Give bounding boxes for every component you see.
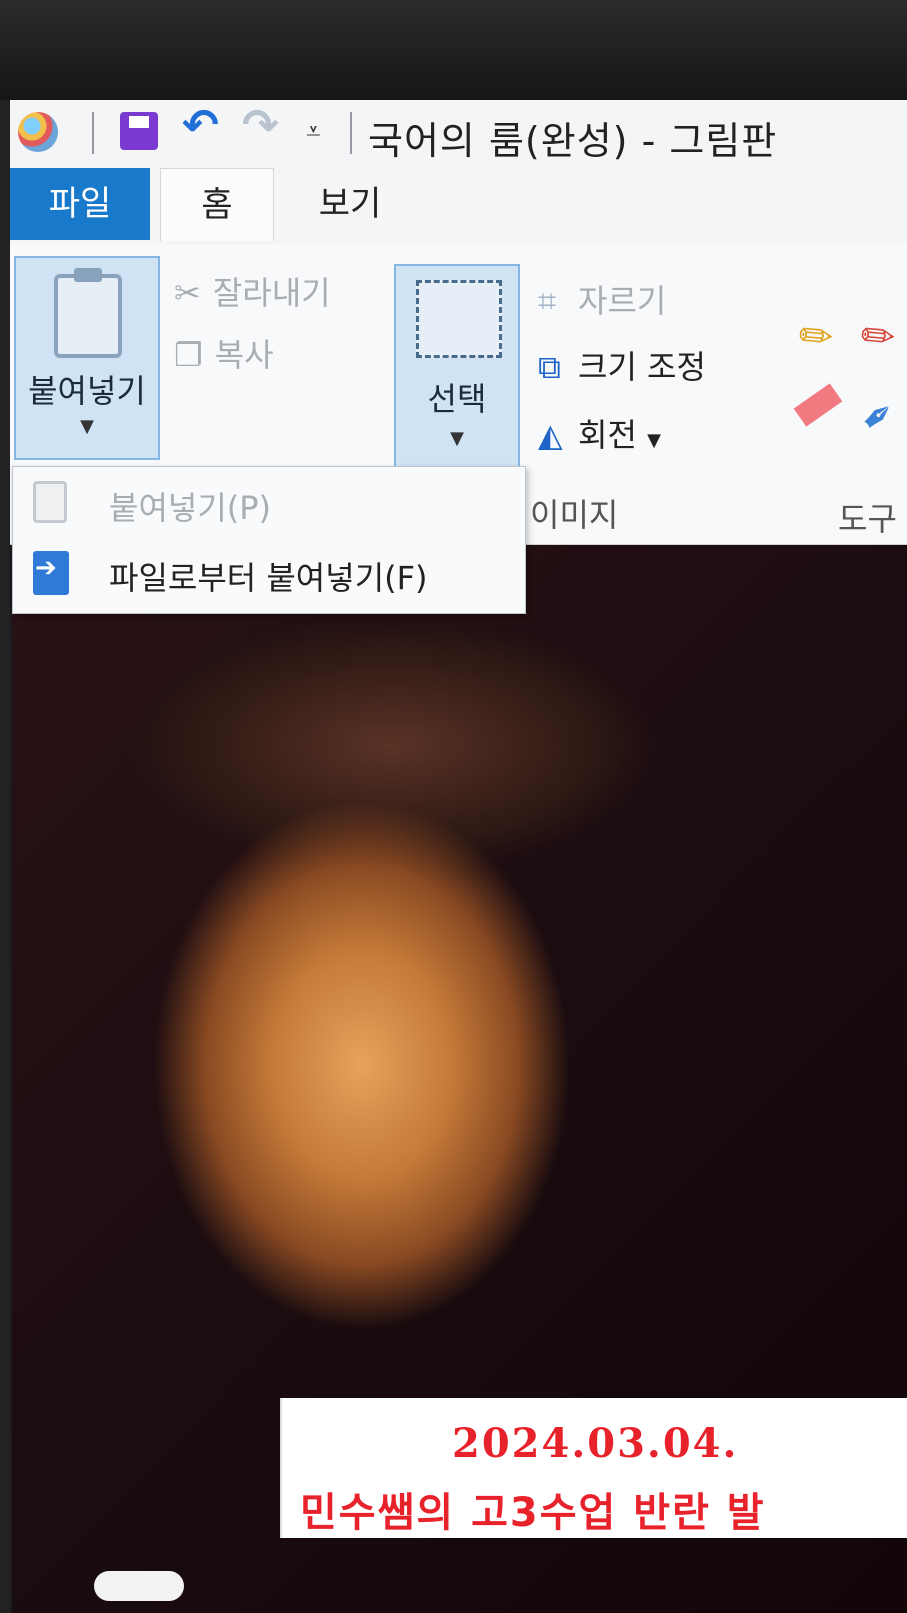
pencil-icon[interactable]: ✎ — [789, 309, 844, 366]
menu-item-paste-from-file[interactable]: 파일로부터 붙여넣기(F) — [13, 541, 525, 607]
paste-button[interactable]: 붙여넣기 ▼ — [14, 256, 160, 460]
color-picker-icon[interactable]: ✒ — [851, 389, 906, 446]
select-button-label: 선택 — [427, 380, 487, 418]
drawing-canvas[interactable]: 2024.03.04. 민수쌤의 고3수업 반란 발 — [12, 545, 907, 1613]
ribbon-tabs: 파일 홈 보기 — [10, 168, 907, 244]
tab-file[interactable]: 파일 — [10, 168, 150, 240]
select-button[interactable]: 선택 ▼ — [394, 264, 520, 468]
clipboard-icon — [54, 268, 122, 358]
window-title: 국어의 룸(완성) - 그림판 — [368, 119, 778, 163]
cut-button[interactable]: ✂ 잘라내기 — [174, 268, 343, 314]
monitor-bezel — [0, 0, 907, 100]
clipboard-icon — [33, 481, 67, 523]
rotate-button[interactable]: ◭ 회전 ▼ — [538, 410, 661, 456]
fill-icon[interactable]: ✎ — [851, 309, 906, 366]
paste-dropdown-menu: 붙여넣기(P) 파일로부터 붙여넣기(F) — [12, 466, 526, 614]
caption-box: 2024.03.04. 민수쌤의 고3수업 반란 발 — [280, 1398, 907, 1538]
toolbar-separator — [92, 112, 94, 154]
caption-date: 2024.03.04. — [452, 1420, 739, 1467]
menu-item-label: 파일로부터 붙여넣기(F) — [109, 559, 428, 597]
tab-home[interactable]: 홈 — [160, 168, 274, 241]
paint-app-icon[interactable] — [18, 112, 58, 152]
paste-button-label: 붙여넣기 — [28, 372, 146, 410]
canvas-shape — [94, 1571, 184, 1601]
menu-item-label: 붙여넣기(P) — [109, 489, 272, 527]
caption-text: 민수쌤의 고3수업 반란 발 — [300, 1490, 766, 1536]
chevron-down-icon[interactable]: ▼ — [16, 416, 158, 437]
redo-icon[interactable]: ↷ — [242, 104, 279, 148]
menu-item-paste[interactable]: 붙여넣기(P) — [13, 471, 525, 537]
resize-icon: ⧉ — [538, 348, 561, 386]
copy-icon: ❐ — [174, 336, 203, 374]
crop-label: 자르기 — [578, 282, 667, 320]
chevron-down-icon[interactable]: ▼ — [647, 430, 661, 451]
scissors-icon: ✂ — [174, 274, 201, 312]
eraser-icon[interactable] — [793, 383, 843, 427]
toolbar-separator — [350, 112, 352, 154]
copy-label: 복사 — [214, 336, 274, 374]
title-bar: ↶ ↷ ⩡ 국어의 룸(완성) - 그림판 — [10, 100, 907, 169]
resize-label: 크기 조정 — [578, 348, 706, 386]
customize-dropdown-icon[interactable]: ⩡ — [306, 112, 321, 152]
save-icon[interactable] — [120, 112, 158, 150]
undo-icon[interactable]: ↶ — [182, 104, 219, 148]
selection-rectangle-icon — [416, 280, 502, 358]
rotate-icon: ◭ — [538, 416, 563, 454]
cut-label: 잘라내기 — [212, 274, 331, 312]
crop-button[interactable]: ⌗ 자르기 — [538, 276, 666, 322]
image-group-label: 이미지 — [530, 496, 619, 534]
rotate-label: 회전 — [578, 416, 637, 454]
resize-button[interactable]: ⧉ 크기 조정 — [538, 342, 706, 388]
tools-group-label: 도구 — [838, 500, 897, 538]
monitor-bezel-left — [0, 100, 10, 1613]
copy-button[interactable]: ❐ 복사 — [174, 330, 286, 376]
chevron-down-icon[interactable]: ▼ — [396, 428, 518, 449]
crop-icon: ⌗ — [538, 282, 557, 320]
paste-from-file-icon — [33, 551, 69, 595]
tab-view[interactable]: 보기 — [295, 168, 405, 240]
